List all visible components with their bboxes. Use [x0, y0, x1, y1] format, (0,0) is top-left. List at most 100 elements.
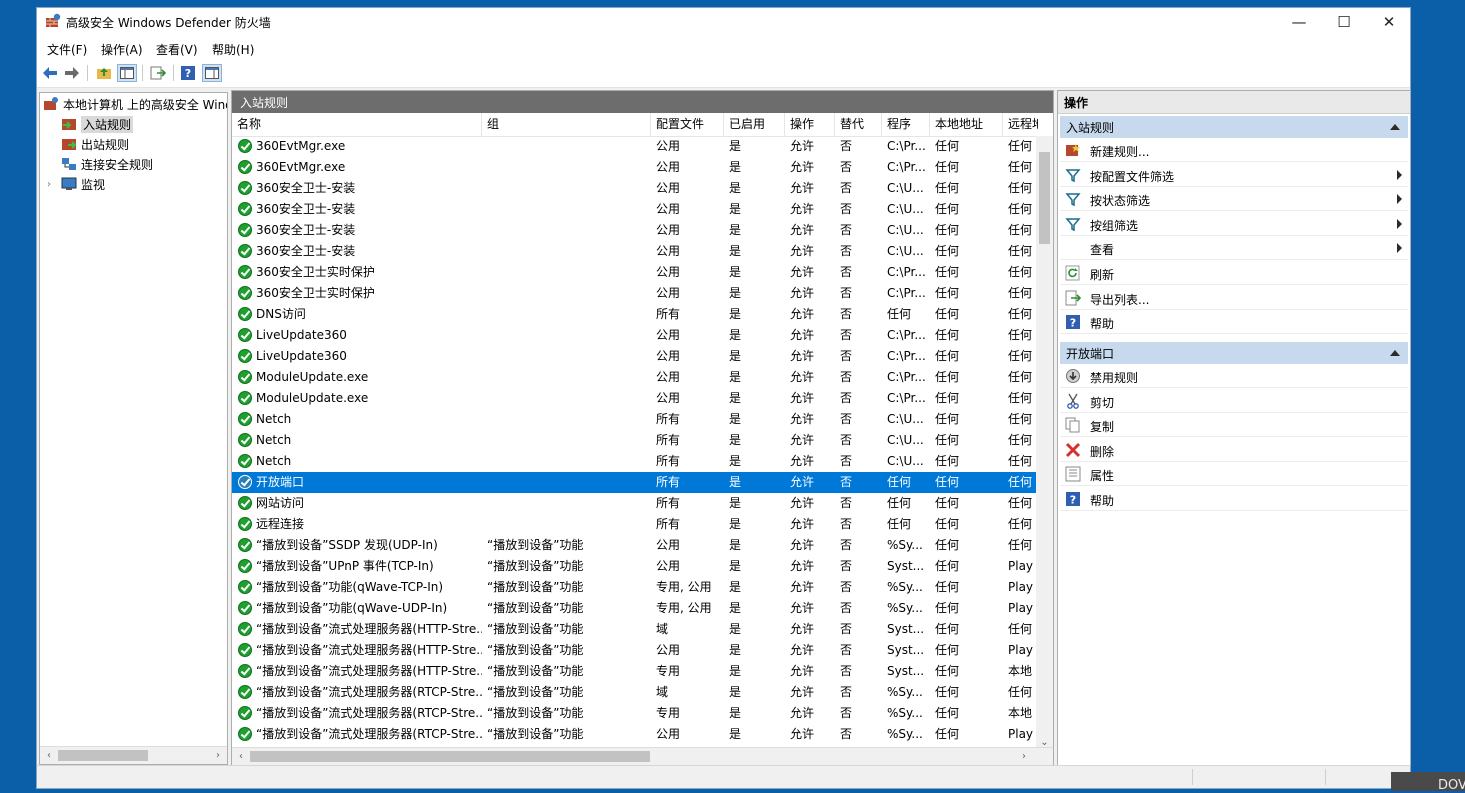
collapse-icon[interactable]: [1390, 124, 1400, 130]
table-row[interactable]: 360安全卫士-安装 公用 是 允许 否 C:\U... 任何 任何: [232, 220, 1038, 241]
delete-icon: [1065, 442, 1081, 458]
action-item[interactable]: 查看: [1060, 236, 1408, 261]
column-override[interactable]: 替代: [835, 113, 882, 136]
minimize-button[interactable]: —: [1276, 8, 1322, 36]
table-cell: 任何: [887, 307, 912, 321]
table-cell: 允许: [790, 349, 815, 363]
action-label: 帮助: [1090, 494, 1115, 508]
tree-item-outbound[interactable]: 出站规则: [61, 134, 129, 154]
table-row[interactable]: 360EvtMgr.exe 公用 是 允许 否 C:\Pr... 任何 任何: [232, 157, 1038, 178]
table-row[interactable]: 远程连接 所有 是 允许 否 任何 任何 任何: [232, 514, 1038, 535]
menu-action[interactable]: 操作(A): [101, 41, 143, 58]
menu-view[interactable]: 查看(V): [156, 41, 198, 58]
table-cell: Play: [1008, 643, 1034, 657]
column-profile[interactable]: 配置文件: [651, 113, 724, 136]
scroll-right-icon[interactable]: ›: [1017, 750, 1031, 763]
table-row[interactable]: “播放到设备”流式处理服务器(HTTP-Stre... “播放到设备”功能 专用 是 允…: [232, 661, 1038, 682]
table-cell: 公用: [656, 265, 681, 279]
table-row[interactable]: “播放到设备”流式处理服务器(RTCP-Stre... “播放到设备”功能 域 是 允许…: [232, 682, 1038, 703]
section-open-port[interactable]: 开放端口: [1060, 342, 1408, 364]
table-row[interactable]: “播放到设备”流式处理服务器(HTTP-Stre... “播放到设备”功能 公用 是 允…: [232, 640, 1038, 661]
action-item[interactable]: 按配置文件筛选: [1060, 163, 1408, 187]
export-list-icon[interactable]: [148, 64, 168, 82]
menu-help[interactable]: 帮助(H): [212, 41, 254, 58]
column-name[interactable]: 名称: [232, 113, 482, 136]
table-cell: 公用: [656, 559, 681, 573]
table-row[interactable]: Netch 所有 是 允许 否 C:\U... 任何 任何: [232, 430, 1038, 451]
expand-chevron-icon[interactable]: ›: [47, 179, 57, 190]
section-inbound-rules[interactable]: 入站规则: [1060, 116, 1408, 138]
rules-vertical-scrollbar[interactable]: ⌄: [1036, 136, 1053, 750]
column-program[interactable]: 程序: [882, 113, 930, 136]
table-row[interactable]: 360安全卫士-安装 公用 是 允许 否 C:\U... 任何 任何: [232, 241, 1038, 262]
scroll-thumb[interactable]: [58, 750, 148, 761]
table-row[interactable]: LiveUpdate360 公用 是 允许 否 C:\Pr... 任何 任何: [232, 325, 1038, 346]
collapse-icon[interactable]: [1390, 350, 1400, 356]
table-row[interactable]: LiveUpdate360 公用 是 允许 否 C:\Pr... 任何 任何: [232, 346, 1038, 367]
action-item[interactable]: 属性: [1060, 462, 1408, 487]
help-icon[interactable]: ?: [178, 64, 198, 82]
column-action[interactable]: 操作: [785, 113, 835, 136]
scroll-right-icon[interactable]: ›: [211, 749, 225, 762]
table-cell: 否: [840, 244, 853, 258]
table-row[interactable]: 开放端口 所有 是 允许 否 任何 任何 任何: [232, 472, 1038, 493]
column-local-address[interactable]: 本地地址: [930, 113, 1003, 136]
tree-item-connection-security[interactable]: 连接安全规则: [61, 154, 153, 174]
table-row[interactable]: 360EvtMgr.exe 公用 是 允许 否 C:\Pr... 任何 任何: [232, 136, 1038, 157]
action-item[interactable]: 导出列表...: [1060, 286, 1408, 310]
table-row[interactable]: 360安全卫士实时保护 公用 是 允许 否 C:\Pr... 任何 任何: [232, 262, 1038, 283]
scroll-left-icon[interactable]: ‹: [42, 749, 56, 762]
table-row[interactable]: 360安全卫士-安装 公用 是 允许 否 C:\U... 任何 任何: [232, 178, 1038, 199]
table-row[interactable]: “播放到设备”SSDP 发现(UDP-In) “播放到设备”功能 公用 是 允许 否 %Sy…: [232, 535, 1038, 556]
column-group[interactable]: 组: [482, 113, 651, 136]
table-cell: 允许: [790, 643, 815, 657]
scroll-thumb[interactable]: [1039, 152, 1050, 244]
table-row[interactable]: Netch 所有 是 允许 否 C:\U... 任何 任何: [232, 409, 1038, 430]
show-hide-action-pane-icon[interactable]: [202, 64, 222, 82]
action-item[interactable]: 按状态筛选: [1060, 187, 1408, 212]
action-item[interactable]: 新建规则...: [1060, 138, 1408, 162]
scroll-thumb[interactable]: [250, 751, 650, 762]
action-item[interactable]: ? 帮助: [1060, 310, 1408, 335]
action-label: 删除: [1090, 444, 1115, 459]
action-item[interactable]: 禁用规则: [1060, 364, 1408, 388]
forward-arrow-icon[interactable]: [62, 64, 82, 82]
table-row[interactable]: “播放到设备”流式处理服务器(RTCP-Stre... “播放到设备”功能 专用 是 允…: [232, 703, 1038, 724]
table-row[interactable]: “播放到设备”UPnP 事件(TCP-In) “播放到设备”功能 公用 是 允许 否 Sys…: [232, 556, 1038, 577]
action-item[interactable]: 按组筛选: [1060, 212, 1408, 236]
action-item[interactable]: 复制: [1060, 413, 1408, 438]
table-row[interactable]: 网站访问 所有 是 允许 否 任何 任何 任何: [232, 493, 1038, 514]
table-row[interactable]: “播放到设备”流式处理服务器(RTCP-Stre... “播放到设备”功能 公用 是 允…: [232, 724, 1038, 745]
table-row[interactable]: “播放到设备”功能(qWave-TCP-In) “播放到设备”功能 专用, 公用 是 允…: [232, 577, 1038, 598]
rules-horizontal-scrollbar[interactable]: ‹ ›: [232, 747, 1053, 765]
table-row[interactable]: DNS访问 所有 是 允许 否 任何 任何 任何: [232, 304, 1038, 325]
column-remote-address[interactable]: 远程地址: [1003, 113, 1038, 136]
back-arrow-icon[interactable]: [40, 64, 60, 82]
column-enabled[interactable]: 已启用: [724, 113, 785, 136]
tree-item-monitoring[interactable]: › 监视: [47, 174, 105, 194]
action-item[interactable]: ? 帮助: [1060, 487, 1408, 511]
table-row[interactable]: ModuleUpdate.exe 公用 是 允许 否 C:\Pr... 任何 任何: [232, 367, 1038, 388]
table-cell: 允许: [790, 538, 815, 552]
show-hide-tree-icon[interactable]: [117, 64, 137, 82]
table-row[interactable]: 360安全卫士-安装 公用 是 允许 否 C:\U... 任何 任何: [232, 199, 1038, 220]
up-folder-icon[interactable]: [94, 64, 114, 82]
table-row[interactable]: “播放到设备”功能(qWave-UDP-In) “播放到设备”功能 专用, 公用 是 允…: [232, 598, 1038, 619]
table-row[interactable]: 360安全卫士实时保护 公用 是 允许 否 C:\Pr... 任何 任何: [232, 283, 1038, 304]
action-item[interactable]: 刷新: [1060, 261, 1408, 285]
menu-file[interactable]: 文件(F): [47, 41, 87, 58]
table-cell: 否: [840, 412, 853, 426]
close-button[interactable]: ✕: [1366, 8, 1412, 36]
table-row[interactable]: “播放到设备”流式处理服务器(HTTP-Stre... “播放到设备”功能 域 是 允许…: [232, 619, 1038, 640]
maximize-button[interactable]: ☐: [1321, 8, 1367, 36]
tree-horizontal-scrollbar[interactable]: ‹ ›: [40, 746, 227, 764]
tree-item-inbound[interactable]: 入站规则: [61, 114, 134, 134]
table-row[interactable]: ModuleUpdate.exe 公用 是 允许 否 C:\Pr... 任何 任何: [232, 388, 1038, 409]
scroll-left-icon[interactable]: ‹: [234, 750, 248, 763]
tree-root[interactable]: 本地计算机 上的高级安全 Windows Defender 防火墙: [43, 94, 227, 114]
action-item[interactable]: 删除: [1060, 438, 1408, 462]
action-item[interactable]: 剪切: [1060, 389, 1408, 413]
rule-name-cell: ModuleUpdate.exe: [256, 391, 369, 405]
table-row[interactable]: Netch 所有 是 允许 否 C:\U... 任何 任何: [232, 451, 1038, 472]
table-cell: 是: [729, 244, 742, 258]
